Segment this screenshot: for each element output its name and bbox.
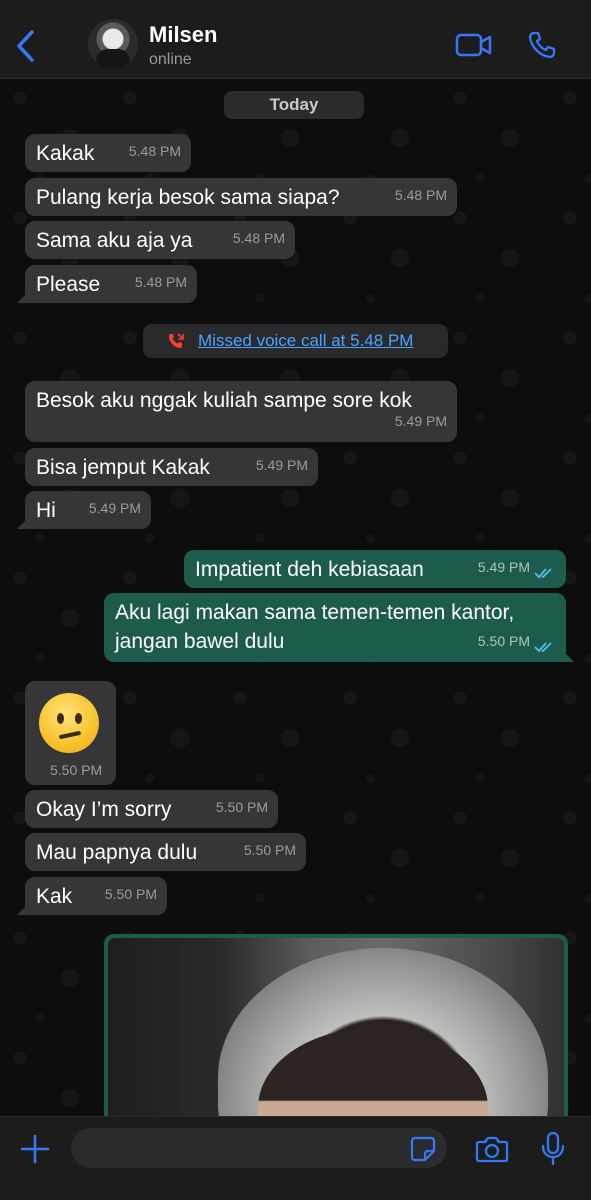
message-incoming[interactable]: Besok aku nggak kuliah sampe sore kok 5.… [25,381,457,442]
message-incoming[interactable]: Mau papnya dulu 5.50 PM [25,833,306,871]
message-text: Okay I’m sorry [36,798,172,821]
message-text: Besok aku nggak kuliah sampe sore kok [36,389,412,412]
video-call-button[interactable] [455,32,493,58]
camera-button[interactable] [475,1134,509,1164]
contact-avatar[interactable] [88,19,138,69]
message-incoming[interactable]: Bisa jemput Kakak 5.49 PM [25,448,318,486]
message-time: 5.49 PM [477,559,530,575]
message-time: 5.48 PM [232,230,285,246]
message-list[interactable]: Today Kakak 5.48 PM Pulang kerja besok s… [0,78,591,1134]
sticker-button[interactable] [410,1136,436,1162]
emoji-message[interactable]: 5.50 PM [25,681,116,785]
photo-message[interactable] [104,934,568,1134]
message-time: 5.50 PM [104,886,157,902]
confused-face-emoji [39,693,99,753]
phone-icon [528,31,556,59]
message-text: Hi [36,499,56,522]
missed-call-notice[interactable]: Missed voice call at 5.48 PM [143,324,448,358]
message-time: 5.49 PM [255,457,308,473]
double-check-icon [534,568,552,579]
message-time: 5.48 PM [128,143,181,159]
message-text: Impatient deh kebiasaan [195,558,424,581]
attach-button[interactable] [20,1134,50,1164]
message-text: Kakak [36,142,95,165]
message-time: 5.49 PM [394,413,447,429]
message-incoming[interactable]: Okay I’m sorry 5.50 PM [25,790,278,828]
message-time: 5.50 PM [50,762,103,778]
message-incoming[interactable]: Kak 5.50 PM [25,877,167,915]
chevron-left-icon [17,30,34,62]
photo-image[interactable] [108,938,564,1134]
microphone-icon [541,1131,565,1166]
message-input[interactable] [71,1128,447,1168]
message-time: 5.50 PM [477,633,530,649]
plus-icon [20,1134,50,1164]
voice-call-button[interactable] [527,30,557,60]
missed-call-icon [169,333,184,348]
message-text: Bisa jemput Kakak [36,456,210,479]
message-outgoing[interactable]: Impatient deh kebiasaan 5.49 PM [184,550,566,588]
double-check-icon [534,642,552,653]
message-incoming[interactable]: Hi 5.49 PM [25,491,151,529]
composer-bar [0,1116,591,1200]
message-time: 5.49 PM [88,500,141,516]
contact-status: online [149,51,192,68]
message-time: 5.48 PM [134,274,187,290]
back-button[interactable] [12,28,42,64]
message-text: Kak [36,885,73,908]
message-time: 5.50 PM [243,842,296,858]
message-time: 5.50 PM [215,799,268,815]
message-incoming[interactable]: Please 5.48 PM [25,265,197,303]
voice-note-button[interactable] [540,1131,566,1167]
camera-icon [475,1136,509,1163]
message-text: Please [36,273,101,296]
message-text: Mau papnya dulu [36,841,198,864]
message-incoming[interactable]: Kakak 5.48 PM [25,134,191,172]
message-incoming[interactable]: Pulang kerja besok sama siapa? 5.48 PM [25,178,457,216]
message-time: 5.48 PM [394,187,447,203]
message-text: Pulang kerja besok sama siapa? [36,186,340,209]
message-text: Sama aku aja ya [36,229,193,252]
message-outgoing[interactable]: Aku lagi makan sama temen-temen kantor, … [104,593,566,662]
video-icon [455,33,492,57]
sticker-icon [410,1136,436,1162]
missed-call-link[interactable]: Missed voice call at 5.48 PM [198,331,413,351]
contact-name[interactable]: Milsen [149,22,217,48]
date-separator: Today [224,91,364,119]
message-incoming[interactable]: Sama aku aja ya 5.48 PM [25,221,295,259]
chat-header: Milsen online [0,0,591,79]
